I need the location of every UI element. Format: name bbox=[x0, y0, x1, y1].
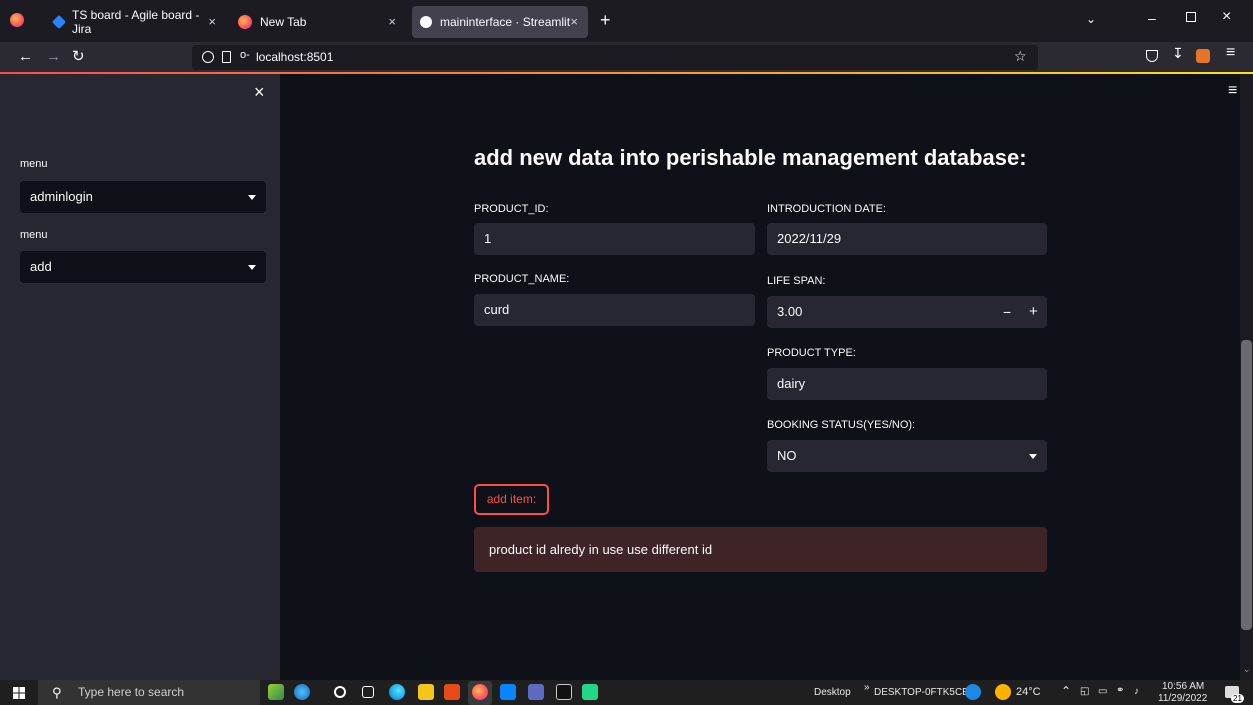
page-title: add new data into perishable management … bbox=[474, 145, 1027, 170]
page-icon[interactable] bbox=[222, 51, 231, 63]
product-name-input[interactable]: curd bbox=[474, 294, 755, 326]
tab-streamlit[interactable]: maininterface · Streamlit × bbox=[412, 6, 588, 38]
clock-time[interactable]: 10:56 AM bbox=[1162, 681, 1204, 692]
life-span-value: 3.00 bbox=[777, 304, 803, 319]
menu-select-action[interactable]: add bbox=[20, 251, 266, 283]
file-explorer-icon[interactable] bbox=[418, 684, 434, 700]
edge-icon[interactable] bbox=[389, 684, 405, 700]
chevron-down-icon bbox=[248, 265, 256, 270]
product-type-input[interactable]: dairy bbox=[767, 368, 1047, 400]
list-all-tabs-icon[interactable]: ⌄ bbox=[1086, 12, 1096, 26]
help-icon[interactable] bbox=[965, 684, 981, 700]
remote-app-icon[interactable] bbox=[528, 684, 544, 700]
bookmark-star-icon[interactable]: ☆ bbox=[1014, 48, 1027, 65]
product-type-label: PRODUCT TYPE: bbox=[767, 347, 856, 359]
globe-app-icon[interactable] bbox=[294, 684, 310, 700]
tab-label: New Tab bbox=[260, 15, 307, 29]
volume-icon[interactable]: ♪ bbox=[1134, 686, 1139, 697]
scrollbar-thumb[interactable] bbox=[1241, 340, 1252, 630]
search-icon: ⚲ bbox=[52, 685, 62, 700]
tab-label: maininterface · Streamlit bbox=[440, 15, 571, 29]
introduction-date-label: INTRODUCTION DATE: bbox=[767, 203, 886, 215]
close-tab-icon[interactable]: × bbox=[388, 14, 396, 29]
weather-icon[interactable] bbox=[995, 684, 1011, 700]
back-icon[interactable]: ← bbox=[18, 42, 33, 72]
firefox-menu-icon[interactable] bbox=[10, 13, 24, 27]
pocket-icon[interactable] bbox=[1146, 50, 1158, 62]
error-alert: product id alredy in use use different i… bbox=[474, 527, 1047, 572]
close-window-icon[interactable]: × bbox=[1222, 8, 1231, 26]
key-icon[interactable]: o- bbox=[240, 49, 250, 61]
add-item-button[interactable]: add item: bbox=[474, 484, 549, 515]
life-span-label: LIFE SPAN: bbox=[767, 275, 826, 287]
booking-status-select[interactable]: NO bbox=[767, 440, 1047, 472]
tab-jira[interactable]: TS board - Agile board - Jira × bbox=[46, 6, 226, 38]
product-id-input[interactable]: 1 bbox=[474, 223, 755, 255]
tab-new-tab[interactable]: New Tab × bbox=[230, 6, 406, 38]
jira-icon bbox=[51, 14, 67, 30]
notification-count-badge: 21 bbox=[1231, 694, 1244, 703]
increment-button[interactable]: + bbox=[1029, 303, 1038, 320]
hidden-icons-chevron-icon[interactable]: ⌃ bbox=[1061, 684, 1071, 698]
close-tab-icon[interactable]: × bbox=[208, 14, 216, 29]
terminal-icon[interactable] bbox=[556, 684, 572, 700]
product-name-label: PRODUCT_NAME: bbox=[474, 273, 570, 285]
chevron-down-icon bbox=[1029, 454, 1037, 459]
mail-icon[interactable] bbox=[500, 684, 516, 700]
select-value: adminlogin bbox=[30, 189, 93, 204]
search-placeholder: Type here to search bbox=[78, 685, 185, 699]
pycharm-icon[interactable] bbox=[582, 684, 598, 700]
shield-icon[interactable] bbox=[202, 51, 214, 63]
overflow-chevron-icon[interactable]: » bbox=[864, 682, 870, 693]
firefox-logo-icon bbox=[472, 684, 488, 700]
select-value: add bbox=[30, 259, 52, 274]
browser-tab-bar: TS board - Agile board - Jira × New Tab … bbox=[0, 0, 1253, 42]
office-icon[interactable] bbox=[444, 684, 460, 700]
scroll-down-icon[interactable]: ⌄ bbox=[1243, 664, 1251, 675]
computer-name: DESKTOP-0FTK5CE bbox=[874, 687, 969, 698]
menu-select-login[interactable]: adminlogin bbox=[20, 181, 266, 213]
url-text[interactable]: localhost:8501 bbox=[256, 50, 333, 64]
extension-fox-icon[interactable] bbox=[1196, 49, 1210, 63]
restore-icon[interactable] bbox=[1186, 12, 1196, 22]
close-sidebar-icon[interactable]: × bbox=[254, 82, 265, 103]
windows-start-icon[interactable] bbox=[13, 687, 25, 699]
reload-icon[interactable]: ↻ bbox=[72, 42, 85, 72]
close-tab-icon[interactable]: × bbox=[570, 14, 578, 29]
sidebar: × menu adminlogin menu add bbox=[0, 74, 280, 680]
new-tab-button[interactable]: + bbox=[600, 10, 611, 31]
product-id-label: PRODUCT_ID: bbox=[474, 203, 549, 215]
taskbar-search-input[interactable]: ⚲ Type here to search bbox=[38, 680, 260, 705]
widget-app-icon[interactable] bbox=[268, 684, 284, 700]
streamlit-icon bbox=[420, 16, 432, 28]
forward-icon[interactable]: → bbox=[46, 42, 61, 72]
chevron-down-icon bbox=[248, 195, 256, 200]
url-bar[interactable]: o- localhost:8501 ☆ bbox=[192, 45, 1038, 70]
hamburger-menu-icon[interactable]: ≡ bbox=[1228, 82, 1237, 100]
tab-label: TS board - Agile board - Jira bbox=[72, 8, 200, 36]
introduction-date-input[interactable]: 2022/11/29 bbox=[767, 223, 1047, 255]
decrement-button[interactable]: − bbox=[1003, 304, 1011, 320]
cortana-icon[interactable] bbox=[334, 686, 346, 698]
battery-icon[interactable]: ▭ bbox=[1098, 686, 1107, 697]
network-icon[interactable]: ⚭ bbox=[1116, 685, 1124, 696]
booking-status-label: BOOKING STATUS(YES/NO): bbox=[767, 419, 916, 431]
app-menu-icon[interactable]: ≡ bbox=[1226, 44, 1235, 62]
firefox-icon bbox=[238, 15, 252, 29]
menu-label: menu bbox=[20, 158, 48, 170]
tray-app-icon[interactable]: ◱ bbox=[1080, 686, 1089, 697]
clock-date[interactable]: 11/29/2022 bbox=[1158, 693, 1207, 704]
minimize-icon[interactable]: – bbox=[1148, 10, 1156, 26]
temperature[interactable]: 24°C bbox=[1016, 686, 1041, 698]
menu-label: menu bbox=[20, 229, 48, 241]
desktop-toolbar-label[interactable]: Desktop bbox=[814, 687, 851, 698]
task-view-icon[interactable] bbox=[362, 686, 374, 698]
select-value: NO bbox=[777, 448, 797, 463]
downloads-icon[interactable]: ↧ bbox=[1172, 45, 1184, 62]
